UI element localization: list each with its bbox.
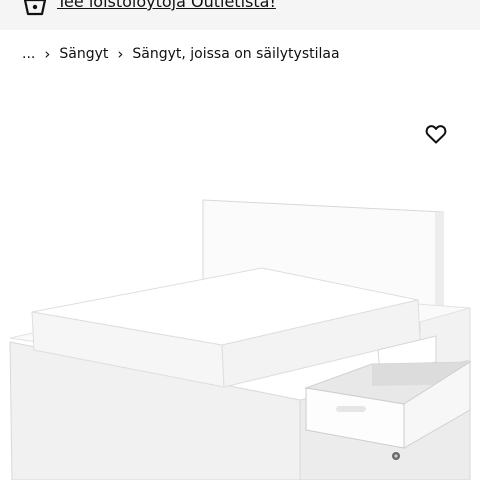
product-image xyxy=(9,199,472,480)
promo-banner: Tee löistölöytöjä Outletista! xyxy=(0,0,480,30)
breadcrumb-ellipsis[interactable]: ... xyxy=(22,46,35,62)
breadcrumb: ... › Sängyt › Sängyt, joissa on säilyty… xyxy=(22,44,340,64)
breadcrumb-item-storage-beds[interactable]: Sängyt, joissa on säilytystilaa xyxy=(132,46,339,62)
breadcrumb-separator-icon: › xyxy=(117,45,124,63)
heart-outline-icon[interactable] xyxy=(424,122,448,146)
breadcrumb-item-beds[interactable]: Sängyt xyxy=(59,46,108,62)
outlet-promo-link[interactable]: Tee löistölöytöjä Outletista! xyxy=(57,0,276,13)
breadcrumb-separator-icon: › xyxy=(44,45,51,63)
basket-icon xyxy=(24,0,46,16)
